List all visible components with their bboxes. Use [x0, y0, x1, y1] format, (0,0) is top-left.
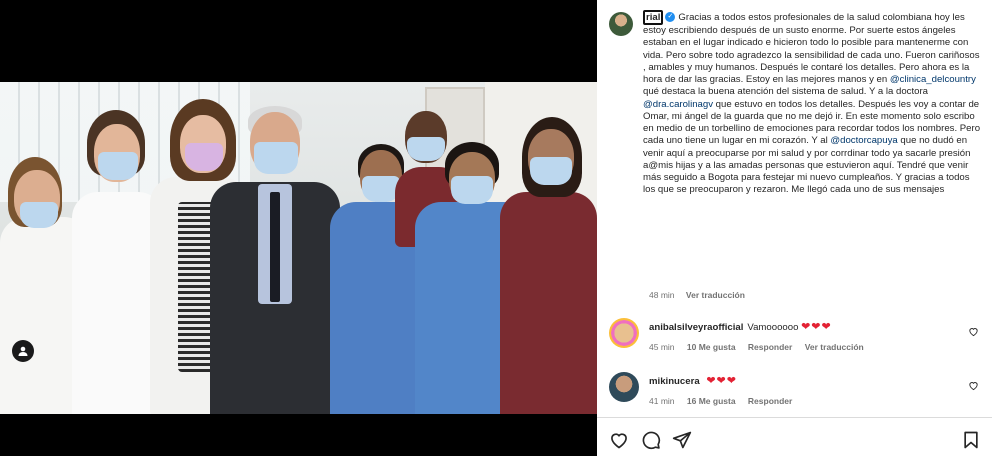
post-caption: rial ✓ Gracias a todos estos profesionales…: [609, 10, 981, 197]
heart-icon[interactable]: [968, 380, 979, 391]
post-details-panel: rial ✓ Gracias a todos estos profesionales…: [597, 0, 992, 456]
actions-divider: [597, 417, 992, 418]
person-8: [500, 117, 597, 414]
comment-likes[interactable]: 16 Me gusta: [687, 396, 736, 406]
author-avatar[interactable]: [609, 12, 633, 36]
heart-icon[interactable]: [968, 326, 979, 337]
comment-text: mikinucera ❤❤❤: [649, 375, 737, 388]
caption-text-segment: qué destaca la buena atención del sistem…: [643, 86, 928, 98]
commenter-avatar[interactable]: [609, 318, 639, 348]
send-icon[interactable]: [672, 430, 692, 450]
user-tag-icon[interactable]: [12, 340, 34, 362]
caption-time: 48 min: [649, 290, 675, 300]
comment-meta: 45 min 10 Me gusta Responder Ver traducc…: [649, 342, 874, 352]
comment-meta: 41 min 16 Me gusta Responder: [649, 396, 802, 406]
comment-time: 45 min: [649, 342, 675, 352]
verified-badge-icon: ✓: [665, 12, 676, 23]
post-media-panel: [0, 0, 597, 456]
caption-mention-link[interactable]: @clinica_delcountry: [890, 74, 976, 85]
post-actions-bar: [609, 430, 981, 452]
caption-translate-link[interactable]: Ver traducción: [686, 290, 745, 300]
comment-reply-button[interactable]: Responder: [748, 396, 792, 406]
caption-meta: 48 min Ver traducción: [649, 290, 754, 300]
comment-time: 41 min: [649, 396, 675, 406]
bookmark-icon[interactable]: [961, 430, 981, 450]
heart-emojis: ❤❤❤: [801, 321, 832, 333]
heart-icon[interactable]: [609, 430, 629, 450]
comment-likes[interactable]: 10 Me gusta: [687, 342, 736, 352]
comment-icon[interactable]: [641, 430, 661, 450]
caption-body: Gracias a todos estos profesionales de l…: [643, 12, 980, 195]
commenter-username[interactable]: anibalsilveyraofficial: [649, 322, 743, 333]
caption-mention-link[interactable]: @dra.carolinagv: [643, 99, 713, 110]
comment-item: mikinucera ❤❤❤ 41 min 16 Me gusta Respon…: [609, 372, 983, 412]
commenter-username[interactable]: mikinucera: [649, 376, 700, 387]
author-username[interactable]: rial: [643, 10, 664, 25]
post-photo[interactable]: [0, 82, 597, 414]
comment-item: anibalsilveyraofficial Vamoooooo ❤❤❤ 45 m…: [609, 318, 983, 358]
commenter-avatar[interactable]: [609, 372, 639, 402]
comment-text: anibalsilveyraofficial Vamoooooo ❤❤❤: [649, 321, 832, 334]
caption-mention-link[interactable]: @doctorcapuya: [830, 135, 897, 146]
comment-translate-link[interactable]: Ver traducción: [805, 342, 864, 352]
comment-body: Vamoooooo: [747, 322, 799, 333]
heart-emojis: ❤❤❤: [706, 375, 737, 387]
comment-reply-button[interactable]: Responder: [748, 342, 792, 352]
person-4: [210, 102, 340, 414]
caption-text: rial ✓ Gracias a todos estos profesionales…: [643, 10, 981, 197]
